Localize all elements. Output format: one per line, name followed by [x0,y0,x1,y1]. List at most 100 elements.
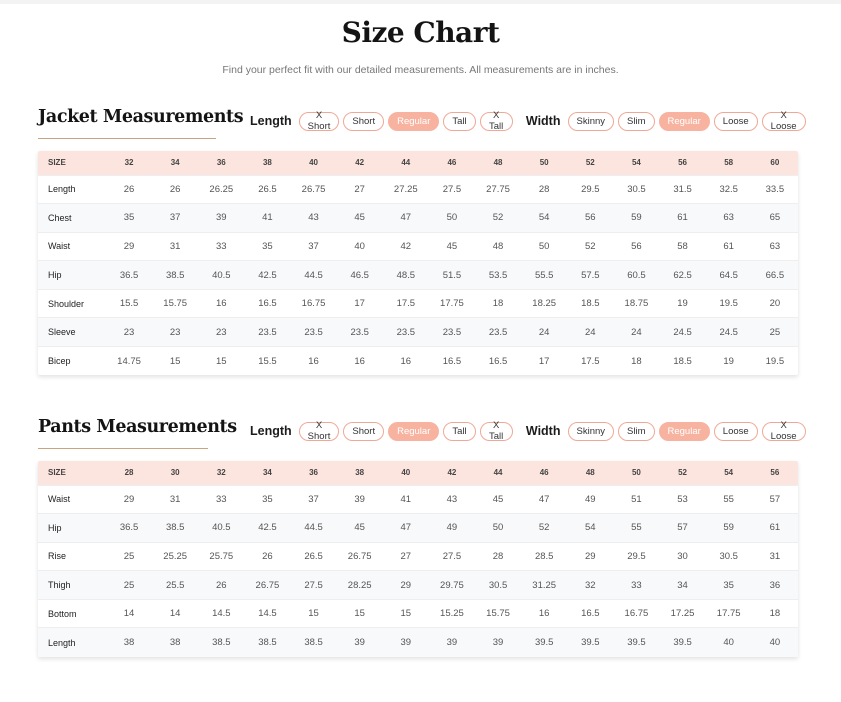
measurement-cell: 36.5 [106,513,153,543]
width-option-x-loose-button[interactable]: X Loose [761,110,806,132]
measurement-cell: 37 [152,203,199,233]
measurement-cell: 35 [244,484,291,514]
table-row: Sleeve 23 23 23 23.5 23.5 23.5 23.5 23.5 23.5 24 24… [38,317,798,347]
measurement-cell: 16.5 [475,346,522,376]
measurement-label: Length [38,174,106,204]
length-option-short-button[interactable]: Short [343,421,385,441]
length-option-regular-button[interactable]: Regular [388,421,440,441]
pants-measurements-table: SIZE 28 30 32 34 36 38 40 42 44 46 48 50 52 54 56 Waist… [38,461,798,657]
size-column-header: 60 [751,151,798,175]
size-column-header: 30 [152,461,199,485]
measurement-cell: 66.5 [751,260,798,290]
measurement-cell: 16.5 [428,346,475,376]
table-row: Thigh 25 25.5 26 26.75 27.5 28.25 29 29.75 30.5 31… [38,570,798,600]
measurement-cell: 44.5 [290,260,337,290]
length-filter-label: Length [250,114,292,128]
measurement-cell: 61 [705,231,752,261]
size-column-header: 40 [382,461,429,485]
length-option-x-short-button[interactable]: X Short [298,420,340,442]
width-option-regular-button[interactable]: Regular [658,421,710,441]
measurement-cell: 28.5 [521,541,568,571]
measurement-cell: 45 [336,513,383,543]
size-column-header: 32 [198,461,245,485]
length-options: X Short Short Regular Tall X Tall [298,110,517,132]
size-column-header: 38 [244,151,291,175]
measurement-cell: 24 [613,317,660,347]
measurement-cell: 60.5 [613,260,660,290]
length-option-x-tall-button[interactable]: X Tall [479,420,513,442]
measurement-cell: 26.5 [244,174,291,204]
width-option-skinny-button[interactable]: Skinny [567,421,615,441]
length-option-x-short-button[interactable]: X Short [298,110,340,132]
measurement-cell: 14.5 [244,598,291,628]
measurement-cell: 38 [106,627,153,657]
measurement-cell: 26 [198,570,245,600]
pants-section-header: Pants Measurements Length X Short Short Re… [38,417,806,457]
measurement-cell: 40.5 [198,260,245,290]
width-option-slim-button[interactable]: Slim [618,421,655,441]
measurement-cell: 24.5 [659,317,706,347]
length-option-short-button[interactable]: Short [343,111,385,131]
measurement-cell: 45 [336,203,383,233]
measurement-label: Thigh [38,570,106,600]
size-column-header: 36 [198,151,245,175]
jacket-filters: Length X Short Short Regular Tall X Tall Wid… [250,110,810,132]
size-column-header: 52 [659,461,706,485]
jacket-section: Jacket Measurements Length X Short Short R… [38,107,806,376]
top-divider [0,0,841,4]
width-option-x-loose-button[interactable]: X Loose [761,420,806,442]
page-subtitle: Find your perfect fit with our detailed … [222,64,619,76]
size-column-header: 48 [567,461,614,485]
measurement-cell: 38 [152,627,199,657]
width-option-regular-button[interactable]: Regular [658,111,710,131]
measurement-cell: 42 [382,231,429,261]
measurement-label: Bottom [38,598,106,628]
measurement-cell: 37 [290,231,337,261]
table-header-row: SIZE 28 30 32 34 36 38 40 42 44 46 48 50 52 54 56 [38,461,798,485]
length-option-tall-button[interactable]: Tall [443,111,476,131]
measurement-cell: 19 [659,288,706,318]
measurement-cell: 50 [521,231,568,261]
measurement-cell: 56 [567,203,614,233]
size-column-header: 46 [521,461,568,485]
table-row: Chest 35 37 39 41 43 45 47 50 52 54 56 59 61 63 65 [38,203,798,233]
width-option-loose-button[interactable]: Loose [713,111,758,131]
measurement-cell: 23.5 [428,317,475,347]
measurement-cell: 14.5 [198,598,245,628]
width-options: Skinny Slim Regular Loose X Loose [567,110,810,132]
size-column-header: 28 [106,461,153,485]
measurement-cell: 18 [613,346,660,376]
measurement-cell: 14 [152,598,199,628]
measurement-cell: 63 [705,203,752,233]
measurement-cell: 27.75 [475,174,522,204]
size-column-header: 56 [751,461,798,485]
pants-section-title: Pants Measurements [38,417,237,437]
measurement-cell: 23.5 [244,317,291,347]
width-option-skinny-button[interactable]: Skinny [567,111,615,131]
measurement-cell: 26.75 [290,174,337,204]
measurement-cell: 51.5 [428,260,475,290]
length-option-x-tall-button[interactable]: X Tall [479,110,513,132]
width-option-loose-button[interactable]: Loose [713,421,758,441]
measurement-cell: 23.5 [290,317,337,347]
measurement-cell: 30.5 [475,570,522,600]
measurement-cell: 36.5 [106,260,153,290]
measurement-cell: 54 [521,203,568,233]
measurement-cell: 59 [705,513,752,543]
width-option-slim-button[interactable]: Slim [618,111,655,131]
measurement-cell: 26 [244,541,291,571]
size-column-header: 58 [705,151,752,175]
measurement-cell: 39.5 [567,627,614,657]
length-option-regular-button[interactable]: Regular [388,111,440,131]
measurement-cell: 39.5 [521,627,568,657]
jacket-section-title: Jacket Measurements [38,107,244,127]
measurement-label: Hip [38,260,106,290]
length-option-tall-button[interactable]: Tall [443,421,476,441]
size-column-header: 34 [244,461,291,485]
table-row: Rise 25 25.25 25.75 26 26.5 26.75 27 27.5 28 28.5 2… [38,541,798,571]
pants-filters: Length X Short Short Regular Tall X Tall Wid… [250,420,810,442]
size-column-header: 48 [475,151,522,175]
measurement-cell: 41 [382,484,429,514]
measurement-cell: 49 [428,513,475,543]
pants-table-card: SIZE 28 30 32 34 36 38 40 42 44 46 48 50 52 54 56 Waist… [38,461,798,657]
